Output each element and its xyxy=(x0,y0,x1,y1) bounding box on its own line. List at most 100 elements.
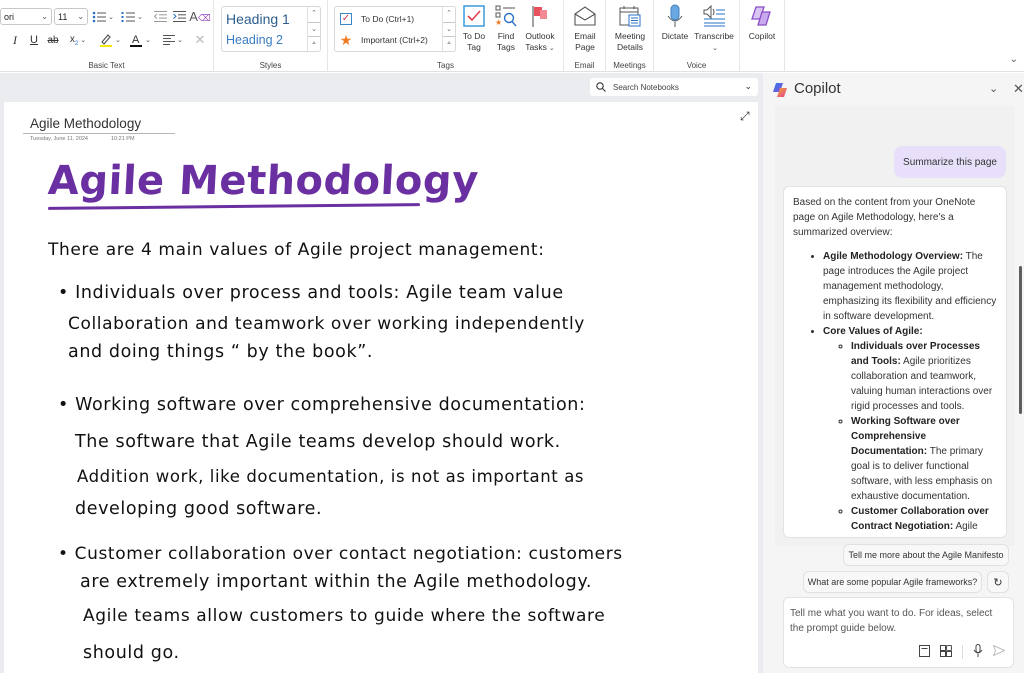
ribbon-options-chevron-icon[interactable]: ⌄ xyxy=(1010,54,1018,65)
increase-indent-button[interactable] xyxy=(171,8,187,25)
todo-tag-icon xyxy=(463,5,485,27)
copilot-ribbon-label: Copilot xyxy=(748,31,776,41)
handwritten-line[interactable]: Addition work, like documentation, is no… xyxy=(77,467,584,486)
copilot-ribbon-button[interactable]: Copilot xyxy=(740,3,784,58)
page-title[interactable]: Agile Methodology xyxy=(30,116,141,131)
todo-tag-line2: Tag xyxy=(467,42,481,52)
numbered-list-icon xyxy=(121,11,136,22)
response-subitem-text: Agile xyxy=(953,521,978,532)
tag-important[interactable]: ★ Important (Ctrl+2) xyxy=(339,33,428,47)
tag-todo-label: To Do (Ctrl+1) xyxy=(361,14,415,24)
basic-text-group-label: Basic Text xyxy=(88,61,125,70)
font-color-icon: A xyxy=(130,34,143,47)
font-name-dropdown[interactable]: ori ⌄ xyxy=(0,8,52,25)
transcribe-icon xyxy=(703,5,725,27)
email-group-label: Email xyxy=(574,61,595,70)
bullets-button[interactable]: ⌄ xyxy=(91,8,115,25)
style-heading-1[interactable]: Heading 1 xyxy=(226,11,290,27)
chevron-down-icon[interactable]: ⌄ xyxy=(989,82,998,95)
styles-gallery: Heading 1 Heading 2 ⌃ ⌄ ⩡ xyxy=(221,6,321,52)
search-icon xyxy=(596,82,606,92)
scroll-down-button[interactable]: ⌄ xyxy=(308,21,320,37)
handwritten-line[interactable]: developing good software. xyxy=(75,499,322,519)
handwritten-line[interactable]: • Individuals over process and tools: Ag… xyxy=(58,283,564,303)
microphone-icon[interactable] xyxy=(973,644,983,660)
strikethrough-button[interactable]: ab xyxy=(45,32,61,48)
chevron-down-icon: ⌄ xyxy=(145,37,151,44)
font-color-button[interactable]: A ⌄ xyxy=(127,31,153,49)
decrease-indent-button[interactable] xyxy=(152,8,168,25)
styles-group-label: Styles xyxy=(259,61,282,70)
close-icon[interactable]: ✕ xyxy=(1013,81,1024,97)
transcribe-label: Transcribe xyxy=(694,31,734,41)
delete-button[interactable]: ✕ xyxy=(193,32,207,48)
expand-gallery-button[interactable]: ⩡ xyxy=(308,36,320,51)
transcribe-button[interactable]: Transcribe ⌄ xyxy=(691,3,737,58)
chevron-down-icon: ⌄ xyxy=(41,12,48,21)
response-subitem: Customer Collaboration over Contract Neg… xyxy=(851,504,997,534)
expand-icon[interactable]: ⤢ xyxy=(740,109,750,124)
tag-important-label: Important (Ctrl+2) xyxy=(361,35,428,45)
tag-todo[interactable]: ✓ To Do (Ctrl+1) xyxy=(339,12,414,26)
handwritten-line[interactable]: • Customer collaboration over contact ne… xyxy=(58,544,623,564)
clear-formatting-icon: A⌫ xyxy=(189,8,211,24)
underline-icon: U xyxy=(30,34,38,46)
handwritten-line[interactable]: Agile teams allow customers to guide whe… xyxy=(83,606,605,626)
highlighter-icon xyxy=(100,34,113,47)
suggestion-chip[interactable]: What are some popular Agile frameworks? xyxy=(803,571,982,593)
response-item: Core Values of Agile: Individuals over P… xyxy=(823,324,997,534)
meeting-details-button[interactable]: Meeting Details xyxy=(608,3,652,58)
copilot-header: Copilot ⌄ ✕ xyxy=(763,73,1024,106)
copilot-scrollbar[interactable] xyxy=(1019,266,1022,414)
email-page-line2: Page xyxy=(575,42,595,52)
underline-button[interactable]: U xyxy=(27,32,41,48)
align-button[interactable]: ⌄ xyxy=(160,32,186,48)
handwritten-line[interactable]: The software that Agile teams develop sh… xyxy=(75,432,561,452)
copilot-prompt-input[interactable]: Tell me what you want to do. For ideas, … xyxy=(783,597,1014,668)
handwritten-line[interactable]: Collaboration and teamwork over working … xyxy=(68,314,585,334)
response-item: Agile Methodology Overview: The page int… xyxy=(823,249,997,324)
prompt-guide-icon[interactable] xyxy=(940,644,953,660)
search-placeholder: Search Notebooks xyxy=(613,82,679,92)
onenote-window: ori ⌄ 11 ⌄ ⌄ ⌄ A⌫ I U ab x2 ⌄ ⌄ A ⌄ ⌄ ✕ … xyxy=(0,0,1024,673)
scroll-up-button[interactable]: ⌃ xyxy=(308,7,320,22)
handwritten-line[interactable]: should go. xyxy=(83,643,180,663)
chevron-down-icon[interactable]: ⌄ xyxy=(744,81,752,92)
outlook-tasks-button[interactable]: Outlook Tasks ⌄ xyxy=(518,3,562,58)
page-date: Tuesday, June 11, 2024 xyxy=(30,136,88,142)
handwritten-line[interactable]: There are 4 main values of Agile project… xyxy=(48,240,545,260)
response-list: Agile Methodology Overview: The page int… xyxy=(823,249,997,534)
chevron-down-icon: ⌄ xyxy=(115,37,121,44)
ribbon: ori ⌄ 11 ⌄ ⌄ ⌄ A⌫ I U ab x2 ⌄ ⌄ A ⌄ ⌄ ✕ … xyxy=(0,0,1024,72)
email-page-button[interactable]: Email Page xyxy=(563,3,607,58)
numbering-button[interactable]: ⌄ xyxy=(120,8,144,25)
tags-group-label: Tags xyxy=(437,61,454,70)
meetings-group-label: Meetings xyxy=(613,61,646,70)
refresh-suggestions-button[interactable]: ↻ xyxy=(987,571,1009,593)
star-icon: ★ xyxy=(339,32,353,48)
search-notebooks-input[interactable]: Search Notebooks ⌄ xyxy=(590,78,758,96)
handwritten-line[interactable]: • Working software over comprehensive do… xyxy=(58,395,585,415)
response-subitem: Individuals over Processes and Tools: Ag… xyxy=(851,339,997,414)
voice-group-label: Voice xyxy=(686,61,707,70)
checkbox-checked-icon: ✓ xyxy=(340,13,352,25)
suggestion-chip[interactable]: Tell me more about the Agile Manifesto xyxy=(843,544,1009,566)
email-page-line1: Email xyxy=(574,31,596,41)
page-time: 10:21 PM xyxy=(111,136,135,142)
subscript-icon: x2 xyxy=(69,33,79,47)
subscript-button[interactable]: x2 ⌄ xyxy=(66,32,90,48)
notebook-icon[interactable] xyxy=(919,644,930,660)
handwritten-line[interactable]: and doing things “ by the book”. xyxy=(68,342,373,362)
handwritten-line[interactable]: are extremely important within the Agile… xyxy=(80,572,592,592)
align-left-icon xyxy=(163,35,176,45)
font-size-dropdown[interactable]: 11 ⌄ xyxy=(54,8,88,25)
response-sublist: Individuals over Processes and Tools: Ag… xyxy=(851,339,997,534)
italic-button[interactable]: I xyxy=(8,32,22,48)
highlight-button[interactable]: ⌄ xyxy=(97,31,123,49)
styles-gallery-scroll: ⌃ ⌄ ⩡ xyxy=(307,7,320,51)
send-icon[interactable] xyxy=(992,644,1006,659)
copilot-response: Based on the content from your OneNote p… xyxy=(783,186,1007,538)
style-heading-2[interactable]: Heading 2 xyxy=(226,33,283,47)
clear-formatting-button[interactable]: A⌫ xyxy=(189,7,211,25)
handwritten-heading[interactable]: Agile Methodology xyxy=(47,158,480,204)
